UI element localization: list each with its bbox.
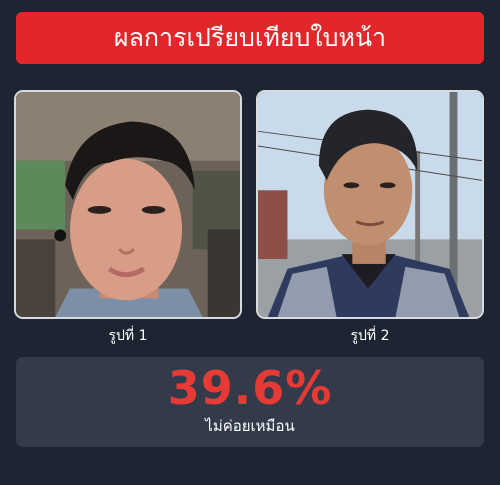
face-photo-1	[14, 90, 242, 319]
face-photo-1-image	[16, 92, 240, 317]
face-photo-2	[256, 90, 484, 319]
similarity-percentage: 39.6%	[167, 361, 333, 415]
result-header: ผลการเปรียบเทียบใบหน้า	[16, 12, 484, 64]
face-photo-2-image	[258, 92, 482, 317]
similarity-result-panel: 39.6% ไม่ค่อยเหมือน	[16, 357, 484, 447]
page-title: ผลการเปรียบเทียบใบหน้า	[113, 23, 387, 52]
photo-2-caption: รูปที่ 2	[350, 328, 390, 344]
similarity-verdict: ไม่ค่อยเหมือน	[205, 417, 295, 435]
photo-1-caption: รูปที่ 1	[108, 328, 148, 344]
